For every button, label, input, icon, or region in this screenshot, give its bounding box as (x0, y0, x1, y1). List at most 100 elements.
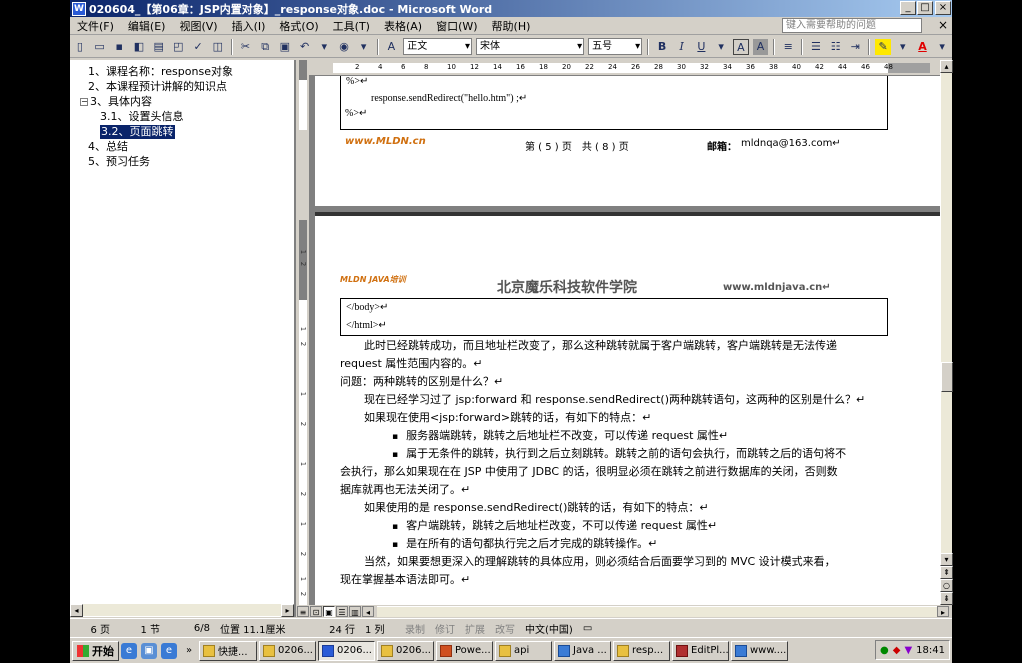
select-browse-object-icon[interactable]: ○ (940, 579, 953, 592)
menu-help[interactable]: 帮助(H) (485, 18, 538, 34)
menu-format[interactable]: 格式(O) (272, 18, 325, 34)
task-browser[interactable]: www.... (731, 640, 788, 661)
indent-icon[interactable]: ⇥ (848, 39, 864, 55)
numbering-icon[interactable]: ☰ (808, 39, 824, 55)
hyperlink-icon[interactable]: ◉ (336, 39, 352, 55)
normal-view-icon[interactable]: ≡ (297, 606, 309, 617)
docmap-item-preview[interactable]: 5、预习任务 (88, 155, 150, 169)
scroll-right-icon[interactable]: ▸ (281, 604, 294, 617)
task-java[interactable]: Java ... (554, 640, 611, 661)
research-icon[interactable]: ◫ (210, 39, 226, 55)
spelling-icon[interactable]: ✓ (190, 39, 206, 55)
status-overtype[interactable]: 改写 (490, 621, 520, 636)
styles-pane-icon[interactable]: A (384, 39, 400, 55)
document-canvas[interactable]: %>↵ response.sendRedirect("hello.htm") ;… (309, 76, 940, 605)
browser-icon[interactable]: e (161, 642, 177, 659)
minimize-button[interactable]: _ (900, 1, 916, 15)
print-icon[interactable]: ▤ (151, 39, 167, 55)
open-folder-icon[interactable]: ▭ (92, 39, 108, 55)
new-document-icon[interactable]: ▯ (72, 39, 88, 55)
menu-insert[interactable]: 插入(I) (225, 18, 273, 34)
highlight-icon[interactable]: ✎ (875, 38, 891, 55)
permission-icon[interactable]: ◧ (131, 39, 147, 55)
char-shading-button[interactable]: A (752, 38, 769, 55)
underline-dropdown-icon[interactable]: ▾ (713, 39, 729, 55)
align-justify-icon[interactable]: ≡ (780, 39, 796, 55)
menu-window[interactable]: 窗口(W) (429, 18, 484, 34)
docmap-item-course-name[interactable]: 1、课程名称：response对象 (88, 65, 233, 79)
vertical-scrollbar[interactable]: ▴ ▾ ⇞ ○ ⇟ (940, 60, 953, 605)
scroll-left-icon[interactable]: ◂ (70, 604, 83, 617)
redo-dropdown-icon[interactable]: ▾ (356, 39, 372, 55)
bold-button[interactable]: B (654, 39, 670, 55)
task-folder[interactable]: resp... (613, 640, 670, 661)
font-size-select[interactable]: 五号 (588, 38, 643, 55)
close-button[interactable]: × (935, 1, 951, 15)
menu-edit[interactable]: 编辑(E) (121, 18, 173, 34)
more-icon[interactable]: » (181, 643, 197, 659)
char-border-button[interactable]: A (732, 38, 749, 55)
underline-button[interactable]: U (694, 39, 710, 55)
save-icon[interactable]: ▪ (111, 39, 127, 55)
task-shortcut[interactable]: 快捷... (199, 640, 257, 661)
collapse-icon[interactable]: − (80, 98, 88, 106)
reading-layout-icon[interactable]: ▥ (349, 606, 361, 617)
font-select[interactable]: 宋体 (476, 38, 585, 55)
menu-file[interactable]: 文件(F) (70, 18, 121, 34)
status-record[interactable]: 录制 (400, 621, 430, 636)
network-icon[interactable]: ● (880, 645, 889, 656)
task-editplus[interactable]: EditPl... (672, 640, 729, 661)
outline-view-icon[interactable]: ☰ (336, 606, 348, 617)
undo-icon[interactable]: ↶ (297, 39, 313, 55)
tray-app-icon[interactable]: ▼ (904, 645, 912, 656)
docmap-item-headers[interactable]: 3.1、设置头信息 (100, 110, 184, 124)
task-powerpoint[interactable]: Powe... (436, 640, 493, 661)
web-layout-icon[interactable]: ⊡ (310, 606, 322, 617)
scroll-up-icon[interactable]: ▴ (940, 60, 953, 73)
status-extend[interactable]: 扩展 (460, 621, 490, 636)
italic-button[interactable]: I (674, 39, 690, 55)
folder-icon (381, 644, 393, 657)
status-track[interactable]: 修订 (430, 621, 460, 636)
bullets-icon[interactable]: ☷ (828, 39, 844, 55)
task-word[interactable]: 0206... (318, 640, 375, 661)
scroll-thumb[interactable] (941, 362, 953, 392)
start-button[interactable]: 开始 (72, 640, 119, 661)
undo-dropdown-icon[interactable]: ▾ (316, 39, 332, 55)
scroll-right-icon[interactable]: ▸ (937, 606, 949, 617)
ie-icon[interactable]: e (121, 642, 137, 659)
help-search-input[interactable]: 键入需要帮助的问题 (782, 18, 922, 33)
docmap-item-content[interactable]: −3、具体内容 (80, 95, 152, 109)
task-folder[interactable]: 0206... (377, 640, 434, 661)
menu-table[interactable]: 表格(A) (377, 18, 429, 34)
antivirus-icon[interactable]: ◆ (893, 645, 901, 656)
docmap-item-knowledge-points[interactable]: 2、本课程预计讲解的知识点 (88, 80, 227, 94)
docmap-item-redirect[interactable]: 3.2、页面跳转 (100, 125, 175, 139)
scroll-down-icon[interactable]: ▾ (940, 553, 953, 566)
prev-page-icon[interactable]: ⇞ (940, 566, 953, 579)
desktop-icon[interactable]: ▣ (141, 642, 157, 659)
highlight-dropdown-icon[interactable]: ▾ (895, 39, 911, 55)
maximize-button[interactable]: □ (917, 1, 933, 15)
spelling-status-icon[interactable]: ▭ (578, 623, 597, 634)
ruler-tick: 4 (378, 63, 383, 71)
cut-icon[interactable]: ✂ (238, 39, 254, 55)
menu-view[interactable]: 视图(V) (172, 18, 224, 34)
document-horizontal-scrollbar[interactable] (377, 606, 937, 617)
task-folder[interactable]: api (495, 640, 552, 661)
style-select[interactable]: 正文 (403, 38, 473, 55)
copy-icon[interactable]: ⧉ (257, 39, 273, 55)
docmap-horizontal-scrollbar[interactable]: ◂ ▸ (70, 603, 294, 617)
word-app-icon[interactable]: W (72, 1, 86, 16)
next-page-icon[interactable]: ⇟ (940, 592, 953, 605)
print-preview-icon[interactable]: ◰ (171, 39, 187, 55)
font-color-button[interactable]: A (915, 39, 931, 55)
menu-tools[interactable]: 工具(T) (326, 18, 377, 34)
font-color-dropdown-icon[interactable]: ▾ (934, 39, 950, 55)
print-layout-icon[interactable]: ▣ (323, 606, 335, 617)
close-document-icon[interactable]: × (938, 18, 948, 32)
docmap-item-summary[interactable]: 4、总结 (88, 140, 128, 154)
paste-icon[interactable]: ▣ (277, 39, 293, 55)
task-folder[interactable]: 0206... (259, 640, 316, 661)
scroll-left-icon[interactable]: ◂ (362, 606, 374, 617)
